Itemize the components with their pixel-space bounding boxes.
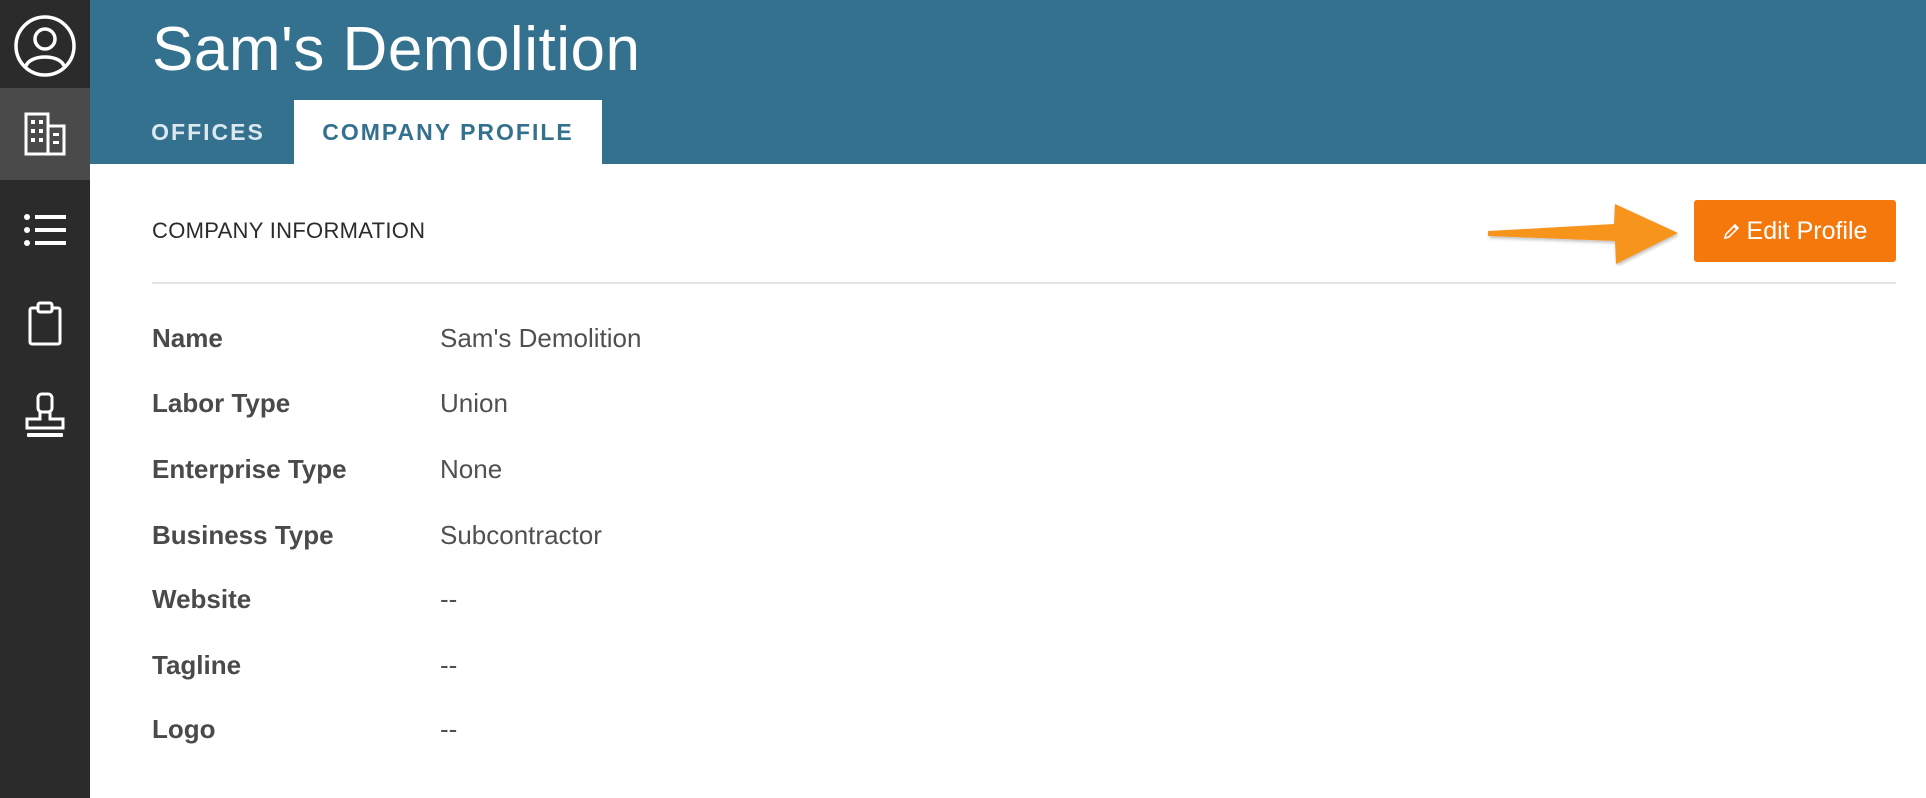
field-value: -- (440, 713, 458, 744)
field-label: Enterprise Type (152, 453, 347, 484)
building-icon (24, 112, 66, 156)
clipboard-icon (28, 301, 62, 346)
info-row-business-type: Business Type Subcontractor (152, 515, 602, 555)
info-row-labor-type: Labor Type Union (152, 383, 508, 423)
list-icon (24, 214, 66, 246)
tab-offices[interactable]: OFFICES (126, 100, 290, 164)
section-divider (152, 282, 1896, 284)
rail-item-account[interactable] (0, 0, 90, 92)
annotation-arrow-icon (1488, 204, 1678, 264)
stamp-icon (25, 392, 65, 437)
field-value: None (440, 453, 503, 484)
field-label: Labor Type (152, 387, 291, 418)
page-title: Sam's Demolition (152, 15, 641, 84)
field-label: Website (152, 583, 252, 614)
field-label: Logo (152, 713, 216, 744)
field-value: Union (440, 387, 508, 418)
rail-item-stamp[interactable] (0, 370, 90, 462)
info-row-tagline: Tagline -- (152, 645, 457, 685)
edit-profile-button[interactable]: Edit Profile (1694, 200, 1896, 262)
edit-profile-label: Edit Profile (1746, 216, 1868, 245)
rail-item-clipboard[interactable] (0, 278, 90, 370)
info-row-enterprise-type: Enterprise Type None (152, 449, 502, 489)
field-label: Name (152, 322, 223, 353)
field-value: -- (440, 583, 458, 614)
info-row-logo: Logo -- (152, 709, 457, 749)
info-row-website: Website -- (152, 579, 457, 619)
rail-item-list[interactable] (0, 184, 90, 276)
tab-company-profile[interactable]: COMPANY PROFILE (294, 100, 602, 164)
field-value: Sam's Demolition (440, 322, 642, 353)
page-header: Sam's Demolition OFFICES COMPANY PROFILE (90, 0, 1926, 164)
pencil-icon (1723, 223, 1739, 240)
left-rail (0, 0, 90, 798)
field-value: -- (440, 649, 458, 680)
user-circle-icon (14, 15, 76, 77)
info-row-name: Name Sam's Demolition (152, 318, 641, 358)
field-value: Subcontractor (440, 519, 602, 550)
field-label: Tagline (152, 649, 242, 680)
field-label: Business Type (152, 519, 334, 550)
section-title: COMPANY INFORMATION (152, 218, 426, 243)
rail-item-company[interactable] (0, 88, 90, 180)
